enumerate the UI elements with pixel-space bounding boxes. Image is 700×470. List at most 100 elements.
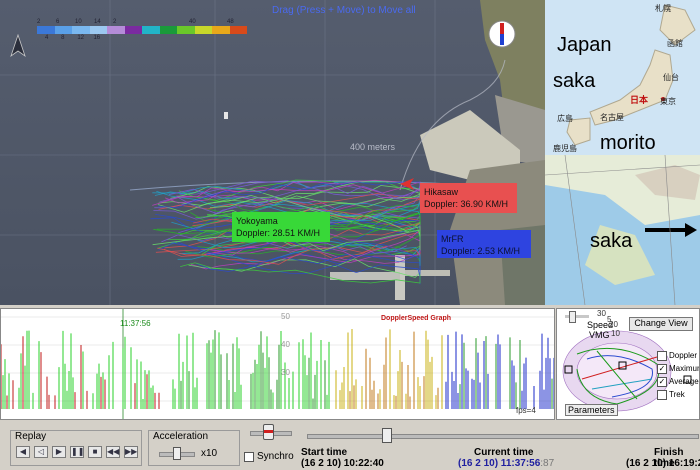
rider-tag-mrfr[interactable]: MrFR Doppler: 2.53 KM/H (437, 230, 531, 258)
rider-name: MrFR (441, 234, 464, 244)
city-label: 函館 (667, 39, 683, 48)
drag-hint: Drag (Press + Move) to Move all (272, 5, 416, 16)
synchro-label: Synchro (257, 451, 294, 462)
replay-button-row: ◀ ◁ ▶ ❚❚ ■ ◀◀ ▶▶ (16, 446, 138, 458)
legend-tick: 12 (77, 35, 84, 41)
city-label: 広島 (557, 114, 573, 123)
y-tick-label: 30 (281, 368, 290, 377)
saka-detail-label: saka (590, 230, 633, 252)
rider-doppler: Doppler: 28.51 KM/H (236, 228, 321, 238)
rider-doppler: Doppler: 36.90 KM/H (424, 199, 509, 209)
fps-label: fps=4 (516, 406, 536, 415)
legend-labels-top: 2 6 10 14 2 40 48 (37, 19, 247, 26)
synchro-checkbox[interactable] (244, 452, 254, 462)
current-time-suffix: :87 (540, 458, 555, 469)
scale-label-a: 20 (609, 320, 618, 329)
option-checkbox[interactable] (657, 350, 667, 361)
fast-forward-button[interactable]: ▶▶ (124, 446, 138, 458)
parameters-button[interactable]: Parameters (565, 404, 618, 416)
polar-panel[interactable]: 30 5 Speed VMG 20 10 Change View Doppler… (556, 308, 700, 420)
legend-tick: 8 (61, 35, 65, 41)
polar-option[interactable]: ✓ Average (657, 375, 699, 388)
legend-tick (223, 35, 239, 42)
finish-time-value: (16 2 10) 16:19:2 (626, 458, 700, 469)
legend-swatch (37, 26, 55, 34)
city-label: 名古屋 (600, 113, 624, 122)
legend-swatch (212, 26, 230, 34)
current-time-value: (16 2 10) 11:37:56 (458, 458, 541, 469)
legend-tick (190, 35, 206, 42)
polar-option[interactable]: Doppler (657, 349, 699, 362)
timeline-slider[interactable] (307, 434, 699, 439)
rider-tag-yokoyama[interactable]: Yokoyama Doppler: 28.51 KM/H (232, 212, 330, 242)
option-checkbox[interactable]: ✓ (657, 363, 667, 374)
track-line (180, 262, 421, 284)
acceleration-thumb[interactable] (173, 447, 181, 460)
city-label: 札幌 (655, 4, 671, 13)
rider-marker-icon (400, 178, 414, 190)
graph-title: DopplerSpeed Graph (381, 315, 452, 322)
current-time-label: Current time (474, 447, 534, 458)
legend-swatch (72, 26, 90, 34)
legend-swatch (107, 26, 125, 34)
city-label: 日本 (630, 95, 649, 105)
legend-swatch (142, 26, 160, 34)
rider-name: Yokoyama (236, 216, 278, 226)
legend-swatch (159, 26, 177, 34)
doppler-speed-graph[interactable]: DopplerSpeed Graph 11:37:56 50 40 30 fps… (0, 308, 555, 420)
next-button[interactable]: ▶ (52, 446, 66, 458)
y-tick-label: 50 (281, 312, 290, 321)
timeline-thumb[interactable] (382, 428, 392, 443)
legend-tick: 48 (227, 19, 234, 25)
replay-controls: Replay ◀ ◁ ▶ ❚❚ ■ ◀◀ ▶▶ Acceleration x10 Synch… (0, 420, 700, 470)
scale-label: 400 meters (350, 142, 396, 152)
acceleration-multiplier: x10 (201, 448, 218, 459)
legend-tick (110, 35, 126, 42)
legend-tick (239, 35, 255, 42)
rider-doppler: Doppler: 2.53 KM/H (441, 246, 521, 256)
option-label: Doppler (669, 351, 698, 360)
japan-label: Japan (557, 34, 612, 56)
city-label: 仙台 (663, 73, 679, 82)
stop-button[interactable]: ■ (88, 446, 102, 458)
pause-button[interactable]: ❚❚ (70, 446, 84, 458)
legend-tick: 2 (113, 19, 117, 25)
legend-tick: 10 (75, 19, 82, 25)
current-time-readout: (16 2 10) 11:37:56:87 (458, 458, 554, 469)
rewind-start-button[interactable]: ◀ (16, 446, 30, 458)
compass-icon[interactable] (488, 20, 516, 48)
legend-tick (126, 35, 142, 42)
satellite-map[interactable]: Drag (Press + Move) to Move all 2 6 10 14 2 4… (0, 0, 545, 305)
start-time-label: Start time (301, 447, 348, 458)
legend-tick: 4 (45, 35, 49, 41)
graph-plot (1, 309, 554, 419)
city-label: 東京 (660, 97, 676, 106)
change-view-button[interactable]: Change View (629, 317, 693, 331)
option-checkbox[interactable]: ✓ (657, 376, 667, 387)
legend-tick: 2 (37, 19, 41, 25)
polar-option[interactable]: ✓Maximum (657, 362, 699, 375)
option-checkbox[interactable] (657, 389, 667, 400)
legend-tick: 6 (56, 19, 60, 25)
speed-color-legend: 2 6 10 14 2 40 48 4 8 12 16 (37, 19, 247, 41)
rider-tag-hikasaw[interactable]: Hikasaw Doppler: 36.90 KM/H (420, 183, 517, 213)
track-line (196, 253, 421, 281)
prev-button[interactable]: ◁ (34, 446, 48, 458)
speed-scale-top: 30 (597, 309, 606, 318)
gps-tracks (150, 179, 421, 285)
legend-color-bar (37, 26, 247, 34)
legend-swatch (54, 26, 72, 34)
zoom-slider-thumb[interactable] (263, 424, 274, 440)
acceleration-group: Acceleration x10 (148, 430, 240, 466)
slider-thumb[interactable] (569, 311, 576, 323)
time-marker: 11:37:56 (120, 319, 151, 328)
polar-option[interactable]: Trek (657, 388, 699, 401)
replay-group: Replay ◀ ◁ ▶ ❚❚ ■ ◀◀ ▶▶ (10, 430, 142, 466)
polar-options: Doppler✓Maximum✓AverageTrek (657, 349, 699, 401)
fast-back-button[interactable]: ◀◀ (106, 446, 120, 458)
option-label: Maximum (669, 364, 699, 373)
option-label: Trek (669, 390, 685, 399)
track-line (188, 258, 421, 278)
start-time-value: (16 2 10) 10:22:40 (301, 458, 384, 469)
legend-tick (207, 35, 223, 42)
